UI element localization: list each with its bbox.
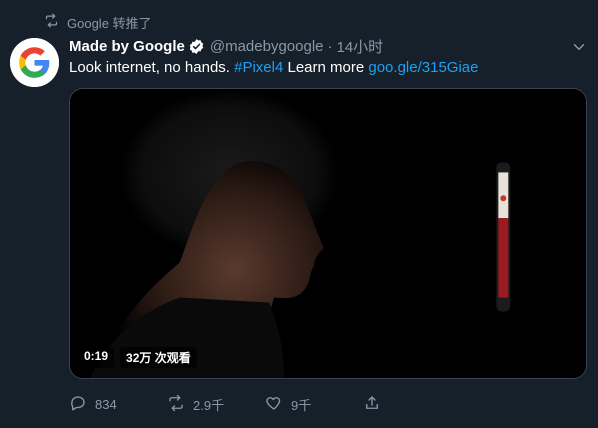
url-link[interactable]: goo.gle/315Giae [368, 59, 478, 76]
user-handle[interactable]: @madebygoogle [210, 38, 324, 55]
reply-button[interactable]: 834 [69, 394, 167, 415]
video-views: 32万 次观看 [120, 347, 197, 368]
retweet-count: 2.9千 [193, 397, 225, 413]
reply-icon [69, 394, 87, 415]
video-info: 0:19 32万 次观看 [78, 347, 197, 368]
chevron-down-icon[interactable] [570, 38, 588, 56]
display-name[interactable]: Made by Google [69, 38, 185, 55]
retweet-context[interactable]: Google 转推了 [44, 12, 152, 32]
verified-badge-icon [188, 38, 205, 55]
tweet-text-mid: Learn more [283, 59, 369, 76]
tweet-text: Look internet, no hands. #Pixel4 Learn m… [69, 58, 588, 78]
like-button[interactable]: 9千 [265, 394, 363, 415]
reply-count: 834 [95, 396, 117, 412]
retweet-icon [44, 13, 59, 31]
like-count: 9千 [291, 397, 312, 413]
avatar[interactable] [10, 38, 59, 87]
video-player[interactable]: 0:19 32万 次观看 [69, 88, 587, 379]
share-icon [363, 394, 381, 415]
separator-dot: · [327, 37, 333, 55]
tweet-header: Made by Google @madebygoogle · 14小时 [69, 36, 588, 56]
retweet-action-icon [167, 394, 185, 415]
video-thumbnail [70, 89, 586, 378]
retweet-button[interactable]: 2.9千 [167, 394, 265, 415]
heart-icon [265, 394, 283, 415]
tweet-actions: 834 2.9千 9千 [69, 392, 489, 416]
video-duration: 0:19 [78, 347, 115, 368]
tweet-text-start: Look internet, no hands. [69, 59, 235, 76]
hashtag-link[interactable]: #Pixel4 [234, 59, 283, 76]
retweet-label[interactable]: Google 转推了 [67, 13, 152, 32]
google-logo-icon [10, 38, 59, 87]
tweet-time[interactable]: 14小时 [337, 36, 384, 57]
share-button[interactable] [363, 394, 461, 415]
